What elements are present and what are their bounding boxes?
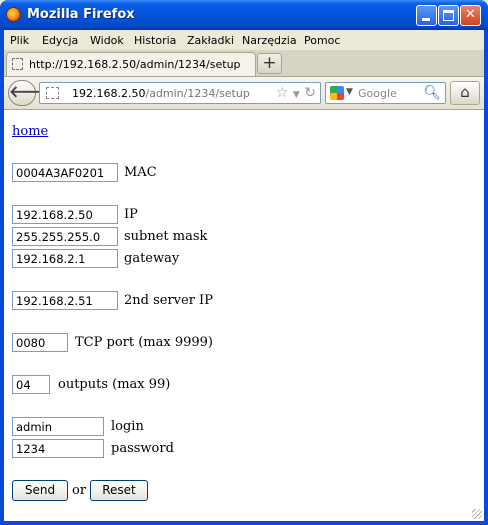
- url-bar[interactable]: 192.168.2.50/admin/1234/setup ☆ ▼ ↻: [39, 82, 321, 104]
- subnet-mask-label: subnet mask: [124, 229, 208, 244]
- resize-grip-icon[interactable]: [472, 509, 482, 519]
- login-label: login: [111, 419, 144, 434]
- site-identity-icon: [46, 87, 59, 99]
- google-engine-icon[interactable]: [330, 86, 344, 100]
- menu-zakladki[interactable]: Zakładki: [187, 34, 234, 47]
- url-text: 192.168.2.50/admin/1234/setup: [72, 87, 250, 100]
- tab-title: http://192.168.2.50/admin/1234/setup: [29, 58, 241, 71]
- tab-strip: http://192.168.2.50/admin/1234/setup +: [4, 50, 484, 77]
- page-content: home 0004A3AF0201 MAC 192.168.2.50 IP 25…: [4, 110, 484, 521]
- firefox-logo-icon: [6, 7, 21, 22]
- or-text: or: [72, 483, 87, 498]
- url-path: /admin/1234/setup: [145, 87, 250, 100]
- new-tab-button[interactable]: +: [257, 53, 282, 74]
- tcp-port-label: TCP port (max 9999): [75, 335, 213, 350]
- dropdown-arrow-icon[interactable]: ▼: [293, 90, 300, 100]
- navigation-bar: 🡐 192.168.2.50/admin/1234/setup ☆ ▼ ↻ ▼ …: [4, 77, 484, 110]
- menu-plik[interactable]: Plik: [10, 34, 29, 47]
- menu-edycja[interactable]: Edycja: [42, 34, 78, 47]
- mac-label: MAC: [124, 165, 157, 180]
- gateway-label: gateway: [124, 251, 180, 266]
- close-icon: ✕: [465, 7, 476, 22]
- second-server-ip-input[interactable]: 192.168.2.51: [12, 291, 118, 310]
- search-bar[interactable]: ▼ Google 🔍︎: [325, 82, 446, 104]
- url-host: 192.168.2.50: [72, 87, 146, 100]
- maximize-button[interactable]: [438, 5, 459, 26]
- outputs-input[interactable]: 04: [12, 375, 50, 394]
- menu-bar: Plik Edycja Widok Historia Zakładki Narz…: [4, 30, 484, 50]
- tcp-port-input[interactable]: 0080: [12, 333, 68, 352]
- browser-chrome: Plik Edycja Widok Historia Zakładki Narz…: [4, 30, 484, 521]
- menu-widok[interactable]: Widok: [90, 34, 124, 47]
- close-button[interactable]: ✕: [460, 5, 481, 26]
- second-server-ip-label: 2nd server IP: [124, 293, 213, 308]
- reload-icon[interactable]: ↻: [304, 85, 316, 101]
- home-button[interactable]: ⌂: [450, 81, 480, 105]
- subnet-mask-input[interactable]: 255.255.255.0: [12, 227, 118, 246]
- search-placeholder: Google: [358, 87, 397, 100]
- url-actions: ☆ ▼ ↻: [276, 85, 316, 101]
- title-bar[interactable]: Mozilla Firefox ✕: [0, 0, 488, 30]
- search-icon[interactable]: 🔍︎: [423, 85, 441, 101]
- maximize-icon: [443, 10, 454, 21]
- home-icon: ⌂: [460, 83, 470, 101]
- plus-icon: +: [262, 53, 277, 73]
- tab-setup[interactable]: http://192.168.2.50/admin/1234/setup: [6, 52, 256, 76]
- menu-pomoc[interactable]: Pomoc: [304, 34, 340, 47]
- password-input[interactable]: 1234: [12, 439, 104, 458]
- ip-label: IP: [124, 207, 138, 222]
- minimize-button[interactable]: [416, 5, 437, 26]
- minimize-icon: [422, 18, 430, 21]
- window-title: Mozilla Firefox: [27, 7, 135, 22]
- menu-narzedzia[interactable]: Narzędzia: [242, 34, 297, 47]
- gateway-input[interactable]: 192.168.2.1: [12, 249, 118, 268]
- reset-button[interactable]: Reset: [90, 480, 148, 501]
- engine-dropdown-icon[interactable]: ▼: [346, 87, 353, 97]
- page-icon: [12, 58, 23, 70]
- login-input[interactable]: admin: [12, 417, 104, 436]
- menu-historia[interactable]: Historia: [134, 34, 176, 47]
- ip-input[interactable]: 192.168.2.50: [12, 205, 118, 224]
- send-button[interactable]: Send: [12, 480, 68, 501]
- back-button[interactable]: 🡐: [8, 80, 52, 106]
- browser-window: Mozilla Firefox ✕ Plik Edycja Widok Hist…: [0, 0, 488, 525]
- outputs-label: outputs (max 99): [58, 377, 171, 392]
- bookmark-star-icon[interactable]: ☆: [276, 85, 289, 101]
- password-label: password: [111, 441, 174, 456]
- mac-input[interactable]: 0004A3AF0201: [12, 163, 118, 182]
- home-link[interactable]: home: [12, 124, 48, 139]
